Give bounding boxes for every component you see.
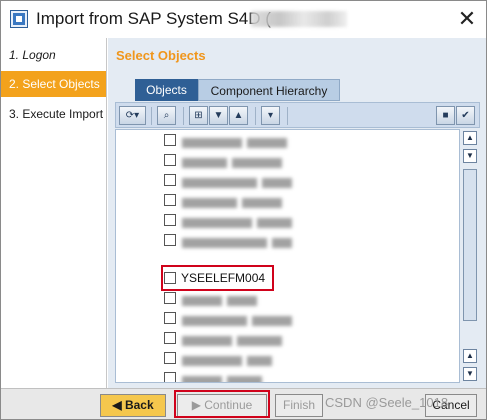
row-checkbox[interactable] <box>164 372 176 382</box>
redacted-item <box>182 313 297 326</box>
back-label: Back <box>124 398 154 412</box>
row-checkbox[interactable] <box>164 234 176 246</box>
redacted-item <box>182 293 262 306</box>
main-panel: Select Objects Objects Component Hierarc… <box>108 38 486 388</box>
tree-scrollbar[interactable]: ▲ ▼ ▲ ▼ <box>460 129 480 383</box>
row-checkbox[interactable] <box>164 214 176 226</box>
redacted-item <box>182 333 287 346</box>
object-tree: YSEELEFM004 <box>115 129 460 383</box>
refresh-icon: ⟳▾ <box>125 110 140 121</box>
arrow-up-icon: ▲ <box>233 110 244 121</box>
window-title: Import from SAP System S4D ( <box>36 9 271 28</box>
row-checkbox[interactable] <box>164 174 176 186</box>
square-icon: ■ <box>442 110 449 121</box>
csdn-watermark: CSDN @Seele_1018 <box>325 395 449 410</box>
expand-button[interactable]: ▼ <box>209 106 228 125</box>
filter-button[interactable]: ▾ <box>261 106 280 125</box>
hierarchy-icon: ⊞ <box>194 110 203 121</box>
scroll-top-icon[interactable]: ▲ <box>463 131 477 145</box>
back-arrow-icon: ◀ <box>112 398 125 412</box>
step-logon[interactable]: 1. Logon <box>1 42 106 68</box>
select-all-button[interactable]: ✔ <box>456 106 475 125</box>
row-checkbox[interactable] <box>164 134 176 146</box>
collapse-button[interactable]: ▲ <box>229 106 248 125</box>
section-title: Select Objects <box>116 48 206 63</box>
title-bar: Import from SAP System S4D ( ✕ <box>1 1 486 38</box>
redacted-item <box>182 155 287 168</box>
redacted-item <box>182 373 267 382</box>
scroll-bottom-icon[interactable]: ▼ <box>463 367 477 381</box>
tree-row[interactable] <box>116 210 459 230</box>
tree-row[interactable] <box>116 308 459 328</box>
import-dialog: Import from SAP System S4D ( ✕ 1. Logon … <box>0 0 487 420</box>
row-checkbox[interactable] <box>164 292 176 304</box>
filter-icon: ▾ <box>267 110 274 121</box>
scroll-up-icon[interactable]: ▼ <box>463 149 477 163</box>
redacted-item <box>182 235 297 248</box>
toolbar-separator <box>151 107 152 125</box>
tree-row[interactable] <box>116 170 459 190</box>
redacted-item <box>182 353 277 366</box>
redacted-item <box>182 215 297 228</box>
redacted-item <box>182 175 297 188</box>
tree-toolbar: ⟳▾ ⌕ ⊞ ▼ ▲ ▾ ■ ✔ <box>115 102 480 128</box>
highlight-box <box>161 265 274 291</box>
toolbar-separator <box>287 107 288 125</box>
tab-objects[interactable]: Objects <box>135 79 198 101</box>
step-select-objects[interactable]: 2. Select Objects <box>1 71 106 97</box>
redacted-item <box>182 195 287 208</box>
scroll-down-icon[interactable]: ▲ <box>463 349 477 363</box>
tree-row[interactable] <box>116 368 459 382</box>
row-checkbox[interactable] <box>164 312 176 324</box>
checklist-icon: ✔ <box>461 110 470 121</box>
tree-row[interactable] <box>116 150 459 170</box>
arrow-down-icon: ▼ <box>213 110 224 121</box>
toolbar-separator <box>183 107 184 125</box>
row-checkbox[interactable] <box>164 154 176 166</box>
toolbar-separator <box>255 107 256 125</box>
redacted-title-text <box>251 11 347 27</box>
finish-button[interactable]: Finish <box>275 394 323 417</box>
find-button[interactable]: ⌕ <box>157 106 176 125</box>
redacted-item <box>182 135 292 148</box>
row-checkbox[interactable] <box>164 194 176 206</box>
expand-all-button[interactable]: ⊞ <box>189 106 208 125</box>
sap-app-icon <box>10 10 28 28</box>
binoculars-icon: ⌕ <box>163 110 170 121</box>
scroll-thumb[interactable] <box>463 169 477 321</box>
tree-row[interactable] <box>116 130 459 150</box>
tree-row[interactable] <box>116 288 459 308</box>
tree-row[interactable] <box>116 190 459 210</box>
deselect-all-button[interactable]: ■ <box>436 106 455 125</box>
step-execute-import[interactable]: 3. Execute Import <box>1 101 106 127</box>
close-button[interactable]: ✕ <box>453 5 481 33</box>
tree-row[interactable] <box>116 348 459 368</box>
wizard-steps: 1. Logon 2. Select Objects 3. Execute Im… <box>1 38 107 388</box>
back-button[interactable]: ◀ Back <box>100 394 166 417</box>
refresh-dropdown-button[interactable]: ⟳▾ <box>119 106 146 125</box>
row-checkbox[interactable] <box>164 352 176 364</box>
tree-row[interactable] <box>116 328 459 348</box>
row-checkbox[interactable] <box>164 332 176 344</box>
continue-highlight-box <box>174 390 270 418</box>
tree-row[interactable] <box>116 230 459 250</box>
tab-component-hierarchy[interactable]: Component Hierarchy <box>198 79 340 101</box>
